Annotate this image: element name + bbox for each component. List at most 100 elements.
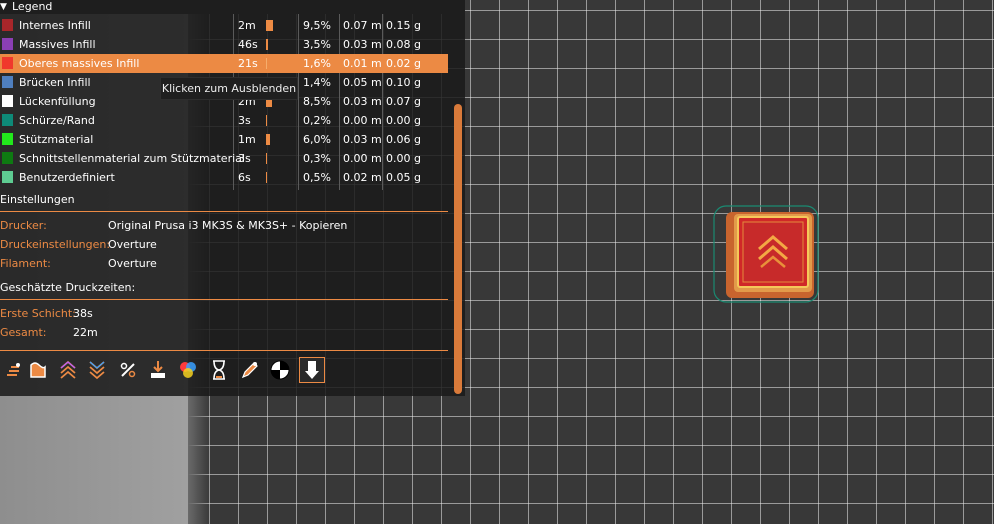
time-share-bar xyxy=(266,39,268,50)
feature-percent: 9,5% xyxy=(303,19,331,32)
feature-percent: 8,5% xyxy=(303,95,331,108)
feature-name: Internes Infill xyxy=(19,19,91,32)
legend-row[interactable]: Internes Infill 2m 9,5% 0.07 m 0.15 g xyxy=(0,16,448,35)
color-swatch xyxy=(2,152,13,164)
feature-name: Oberes massives Infill xyxy=(19,57,140,70)
printer-value: Original Prusa i3 MK3S & MK3S+ - Kopiere… xyxy=(108,219,348,232)
legend-header[interactable]: ▼ Legend xyxy=(0,0,465,14)
time-share-bar xyxy=(266,58,267,69)
feature-percent: 3,5% xyxy=(303,38,331,51)
feature-name: Stützmaterial xyxy=(19,133,94,146)
feature-name: Massives Infill xyxy=(19,38,96,51)
seams-icon[interactable] xyxy=(116,358,140,382)
time-share-bar xyxy=(266,134,270,145)
feature-length: 0.03 m xyxy=(343,133,382,146)
feature-length: 0.02 m xyxy=(343,171,382,184)
settings-title: Einstellungen xyxy=(0,193,75,206)
model-preview[interactable] xyxy=(712,204,820,304)
print-settings-value: Overture xyxy=(108,238,157,251)
feature-time: 1m xyxy=(238,133,256,146)
feature-length: 0.01 m xyxy=(343,57,382,70)
retractions-icon[interactable] xyxy=(56,358,80,382)
travel-icon[interactable] xyxy=(2,358,26,382)
feature-length: 0.03 m xyxy=(343,95,382,108)
feature-weight: 0.15 g xyxy=(386,19,421,32)
feature-length: 0.00 m xyxy=(343,114,382,127)
time-share-bar xyxy=(266,172,267,183)
feature-time: 3s xyxy=(238,114,251,127)
feature-name: Schnittstellenmaterial zum Stützmaterial xyxy=(19,152,245,165)
legend-row[interactable]: Massives Infill 46s 3,5% 0.03 m 0.08 g xyxy=(0,35,448,54)
legend-row[interactable]: Schürze/Rand 3s 0,2% 0.00 m 0.00 g xyxy=(0,111,448,130)
time-share-bar xyxy=(266,153,267,164)
feature-weight: 0.06 g xyxy=(386,133,421,146)
time-share-bar xyxy=(266,20,273,31)
feature-weight: 0.10 g xyxy=(386,76,421,89)
color-swatch xyxy=(2,133,13,145)
feature-percent: 1,4% xyxy=(303,76,331,89)
color-swatch xyxy=(2,57,13,69)
feature-weight: 0.08 g xyxy=(386,38,421,51)
legend-row[interactable]: Oberes massives Infill 21s 1,6% 0.01 m 0.02 … xyxy=(0,54,448,73)
feature-length: 0.07 m xyxy=(343,19,382,32)
filament-label: Filament: xyxy=(0,257,51,270)
color-changes-icon[interactable] xyxy=(176,358,200,382)
printer-label: Drucker: xyxy=(0,219,47,232)
feature-weight: 0.05 g xyxy=(386,171,421,184)
feature-weight: 0.07 g xyxy=(386,95,421,108)
feature-time: 46s xyxy=(238,38,258,51)
feature-length: 0.03 m xyxy=(343,38,382,51)
collapse-triangle-icon[interactable]: ▼ xyxy=(0,0,7,14)
filament-value: Overture xyxy=(108,257,157,270)
feature-percent: 0,3% xyxy=(303,152,331,165)
color-swatch xyxy=(2,95,13,107)
feature-name: Schürze/Rand xyxy=(19,114,95,127)
legend-row[interactable]: Schnittstellenmaterial zum Stützmaterial… xyxy=(0,149,448,168)
feature-percent: 6,0% xyxy=(303,133,331,146)
feature-weight: 0.00 g xyxy=(386,114,421,127)
color-swatch xyxy=(2,171,13,183)
color-swatch xyxy=(2,19,13,31)
feature-time: 3s xyxy=(238,152,251,165)
color-swatch xyxy=(2,114,13,126)
legend-title: Legend xyxy=(12,0,53,13)
wipe-icon[interactable] xyxy=(26,358,50,382)
tool-changes-icon[interactable] xyxy=(146,358,170,382)
tooltip: Klicken zum Ausblenden xyxy=(160,77,298,100)
feature-percent: 0,2% xyxy=(303,114,331,127)
feature-time: 6s xyxy=(238,171,251,184)
feature-percent: 0,5% xyxy=(303,171,331,184)
divider xyxy=(0,299,448,300)
feature-weight: 0.00 g xyxy=(386,152,421,165)
feature-name: Brücken Infill xyxy=(19,76,91,89)
view-options-toolbar xyxy=(0,356,330,388)
deretractions-icon[interactable] xyxy=(85,358,109,382)
feature-name: Lückenfüllung xyxy=(19,95,96,108)
divider xyxy=(0,211,448,212)
feature-length: 0.00 m xyxy=(343,152,382,165)
legend-scrollbar[interactable] xyxy=(454,104,462,394)
legend-row[interactable]: Benutzerdefiniert 6s 0,5% 0.02 m 0.05 g xyxy=(0,168,448,187)
custom-gcode-icon[interactable] xyxy=(238,358,262,382)
print-settings-label: Druckeinstellungen: xyxy=(0,238,111,251)
total-value: 22m xyxy=(73,326,98,339)
estimated-times-title: Geschätzte Druckzeiten: xyxy=(0,281,136,294)
shells-icon[interactable] xyxy=(299,357,325,383)
time-share-bar xyxy=(266,115,267,126)
feature-weight: 0.02 g xyxy=(386,57,421,70)
feature-time: 21s xyxy=(238,57,258,70)
feature-percent: 1,6% xyxy=(303,57,331,70)
total-label: Gesamt: xyxy=(0,326,47,339)
first-layer-value: 38s xyxy=(73,307,93,320)
feature-name: Benutzerdefiniert xyxy=(19,171,115,184)
feature-time: 2m xyxy=(238,19,256,32)
divider xyxy=(0,350,448,351)
legend-row[interactable]: Stützmaterial 1m 6,0% 0.03 m 0.06 g xyxy=(0,130,448,149)
color-swatch xyxy=(2,76,13,88)
color-swatch xyxy=(2,38,13,50)
center-of-gravity-icon[interactable] xyxy=(268,358,292,382)
feature-length: 0.05 m xyxy=(343,76,382,89)
first-layer-label: Erste Schicht: xyxy=(0,307,76,320)
pause-prints-icon[interactable] xyxy=(207,358,231,382)
legend-panel: ▼ Legend Internes Infill 2m 9,5% 0.07 m 0.15… xyxy=(0,0,465,396)
